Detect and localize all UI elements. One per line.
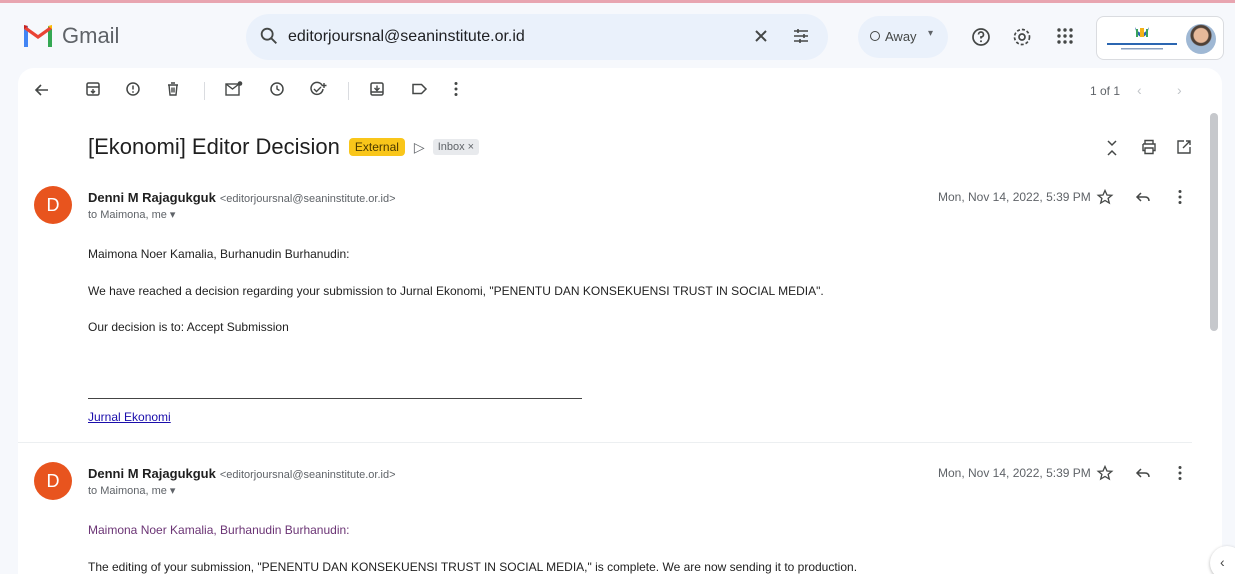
subject-row: [Ekonomi] Editor Decision External ▷ Inb… <box>88 132 480 162</box>
search-bar[interactable]: editorjoursnal@seaninstitute.or.id <box>246 14 828 60</box>
print-icon[interactable] <box>1140 138 1158 156</box>
avatar[interactable] <box>1186 24 1216 54</box>
inbox-label-chip[interactable]: Inbox × <box>432 139 480 155</box>
gmail-m-icon <box>24 25 52 47</box>
chevron-down-icon: ▾ <box>928 28 934 39</box>
newer-chevron-icon[interactable]: ‹ <box>1137 82 1142 98</box>
message-date: Mon, Nov 14, 2022, 5:39 PM <box>938 466 1091 480</box>
message-toolbar: 1 of 1 ‹ › <box>18 68 1222 112</box>
gmail-logo[interactable]: Gmail <box>22 23 119 49</box>
page-title: [Ekonomi] Editor Decision <box>88 134 340 159</box>
toolbar-divider <box>348 82 349 100</box>
more-vertical-icon[interactable] <box>1174 464 1186 482</box>
recipients-toggle[interactable]: to Maimona, me ▾ <box>88 208 175 221</box>
label-tag-icon[interactable] <box>410 80 428 98</box>
clear-search-icon[interactable] <box>751 26 771 46</box>
settings-gear-icon[interactable] <box>1011 26 1033 48</box>
sender-avatar[interactable]: D <box>34 186 72 224</box>
star-icon[interactable] <box>1096 188 1114 206</box>
recipients-toggle[interactable]: to Maimona, me ▾ <box>88 484 175 497</box>
account-switcher[interactable] <box>1096 16 1224 60</box>
importance-marker-icon[interactable]: ▷ <box>414 139 425 156</box>
collapse-all-icon[interactable] <box>1103 138 1121 158</box>
sender-line: Denni M Rajagukguk <editorjoursnal@seanin… <box>88 190 396 205</box>
toolbar-divider <box>204 82 205 100</box>
status-label: Away <box>885 29 917 44</box>
university-logo <box>1107 27 1177 50</box>
more-vertical-icon[interactable] <box>450 80 462 98</box>
status-selector[interactable]: Away ▾ <box>858 16 948 58</box>
sender-line: Denni M Rajagukguk <editorjoursnal@seanin… <box>88 466 396 481</box>
help-icon[interactable] <box>970 26 992 48</box>
search-input[interactable]: editorjoursnal@seaninstitute.or.id <box>288 28 525 46</box>
decision-line: Our decision is to: Accept Submission <box>88 320 289 334</box>
message-panel: 1 of 1 ‹ › [Ekonomi] Editor Decision Ext… <box>18 68 1222 574</box>
page-count: 1 of 1 <box>1090 84 1121 98</box>
body-paragraph: The editing of your submission, "PENENTU… <box>88 560 858 574</box>
apps-grid-icon[interactable] <box>1055 26 1075 46</box>
top-accent-line <box>0 0 1235 3</box>
star-icon[interactable] <box>1096 464 1114 482</box>
search-options-icon[interactable] <box>791 26 811 46</box>
reply-icon[interactable] <box>1134 464 1152 482</box>
search-icon[interactable] <box>258 25 280 47</box>
body-paragraph: We have reached a decision regarding you… <box>88 284 824 298</box>
message-date: Mon, Nov 14, 2022, 5:39 PM <box>938 190 1091 204</box>
more-vertical-icon[interactable] <box>1174 188 1186 206</box>
older-chevron-icon[interactable]: › <box>1177 82 1182 98</box>
open-new-window-icon[interactable] <box>1175 138 1193 156</box>
reply-icon[interactable] <box>1134 188 1152 206</box>
move-to-icon[interactable] <box>368 80 386 98</box>
add-to-tasks-icon[interactable] <box>308 80 328 98</box>
sender-name[interactable]: Denni M Rajagukguk <box>88 190 216 205</box>
message-divider <box>18 442 1192 443</box>
greeting-line: Maimona Noer Kamalia, Burhanudin Burhanu… <box>88 247 350 261</box>
app-header: Gmail editorjoursnal@seaninstitute.or.id… <box>0 6 1235 66</box>
sender-email: <editorjoursnal@seaninstitute.or.id> <box>219 193 396 205</box>
app-name: Gmail <box>62 23 120 48</box>
report-spam-icon[interactable] <box>124 80 142 98</box>
sender-name[interactable]: Denni M Rajagukguk <box>88 466 216 481</box>
sender-email: <editorjoursnal@seaninstitute.or.id> <box>219 469 396 481</box>
delete-trash-icon[interactable] <box>164 80 182 98</box>
status-dot-icon <box>870 31 880 41</box>
back-arrow-icon[interactable] <box>32 80 52 100</box>
external-badge: External <box>348 138 405 156</box>
scrollbar-thumb[interactable] <box>1210 113 1218 331</box>
mark-unread-icon[interactable] <box>224 80 244 98</box>
chevron-left-icon: ‹ <box>1220 554 1225 570</box>
signature-divider <box>88 398 582 399</box>
archive-icon[interactable] <box>84 80 102 98</box>
greeting-line: Maimona Noer Kamalia, Burhanudin Burhanu… <box>88 523 350 537</box>
snooze-clock-icon[interactable] <box>268 80 286 98</box>
sender-avatar[interactable]: D <box>34 462 72 500</box>
journal-link[interactable]: Jurnal Ekonomi <box>88 410 171 424</box>
